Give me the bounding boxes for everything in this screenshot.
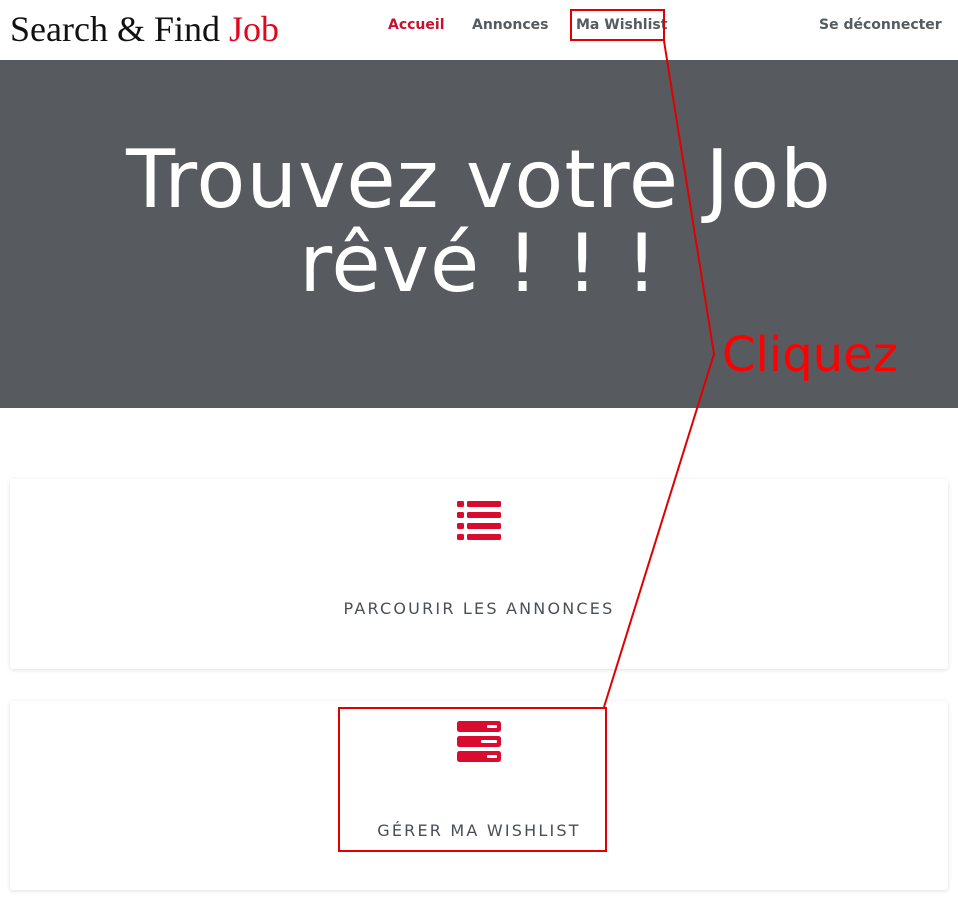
manage-wishlist-label: GÉRER MA WISHLIST <box>377 821 581 840</box>
browse-listings-label: PARCOURIR LES ANNONCES <box>343 599 615 618</box>
hero-title: Trouvez votre Job rêvé ! ! ! <box>0 138 958 306</box>
browse-listings-card[interactable]: PARCOURIR LES ANNONCES <box>10 479 948 669</box>
server-icon <box>457 721 501 762</box>
hero-banner: Trouvez votre Job rêvé ! ! ! <box>0 60 958 408</box>
manage-wishlist-card[interactable]: GÉRER MA WISHLIST <box>10 701 948 890</box>
hero-title-line-1: Trouvez votre Job <box>126 133 832 226</box>
nav-link-home[interactable]: Accueil <box>388 16 445 34</box>
brand-accent: Job <box>228 9 279 49</box>
brand-main: Search & Find <box>10 9 220 49</box>
nav-link-wishlist[interactable]: Ma Wishlist <box>576 16 667 34</box>
nav-link-logout[interactable]: Se déconnecter <box>819 16 942 34</box>
hero-title-line-2: rêvé ! ! ! <box>299 217 659 310</box>
navbar: Search & Find Job Accueil Annonces Ma Wi… <box>0 0 958 60</box>
nav-link-listings[interactable]: Annonces <box>472 16 548 34</box>
list-icon <box>457 501 501 540</box>
brand-logo[interactable]: Search & Find Job <box>10 8 279 50</box>
